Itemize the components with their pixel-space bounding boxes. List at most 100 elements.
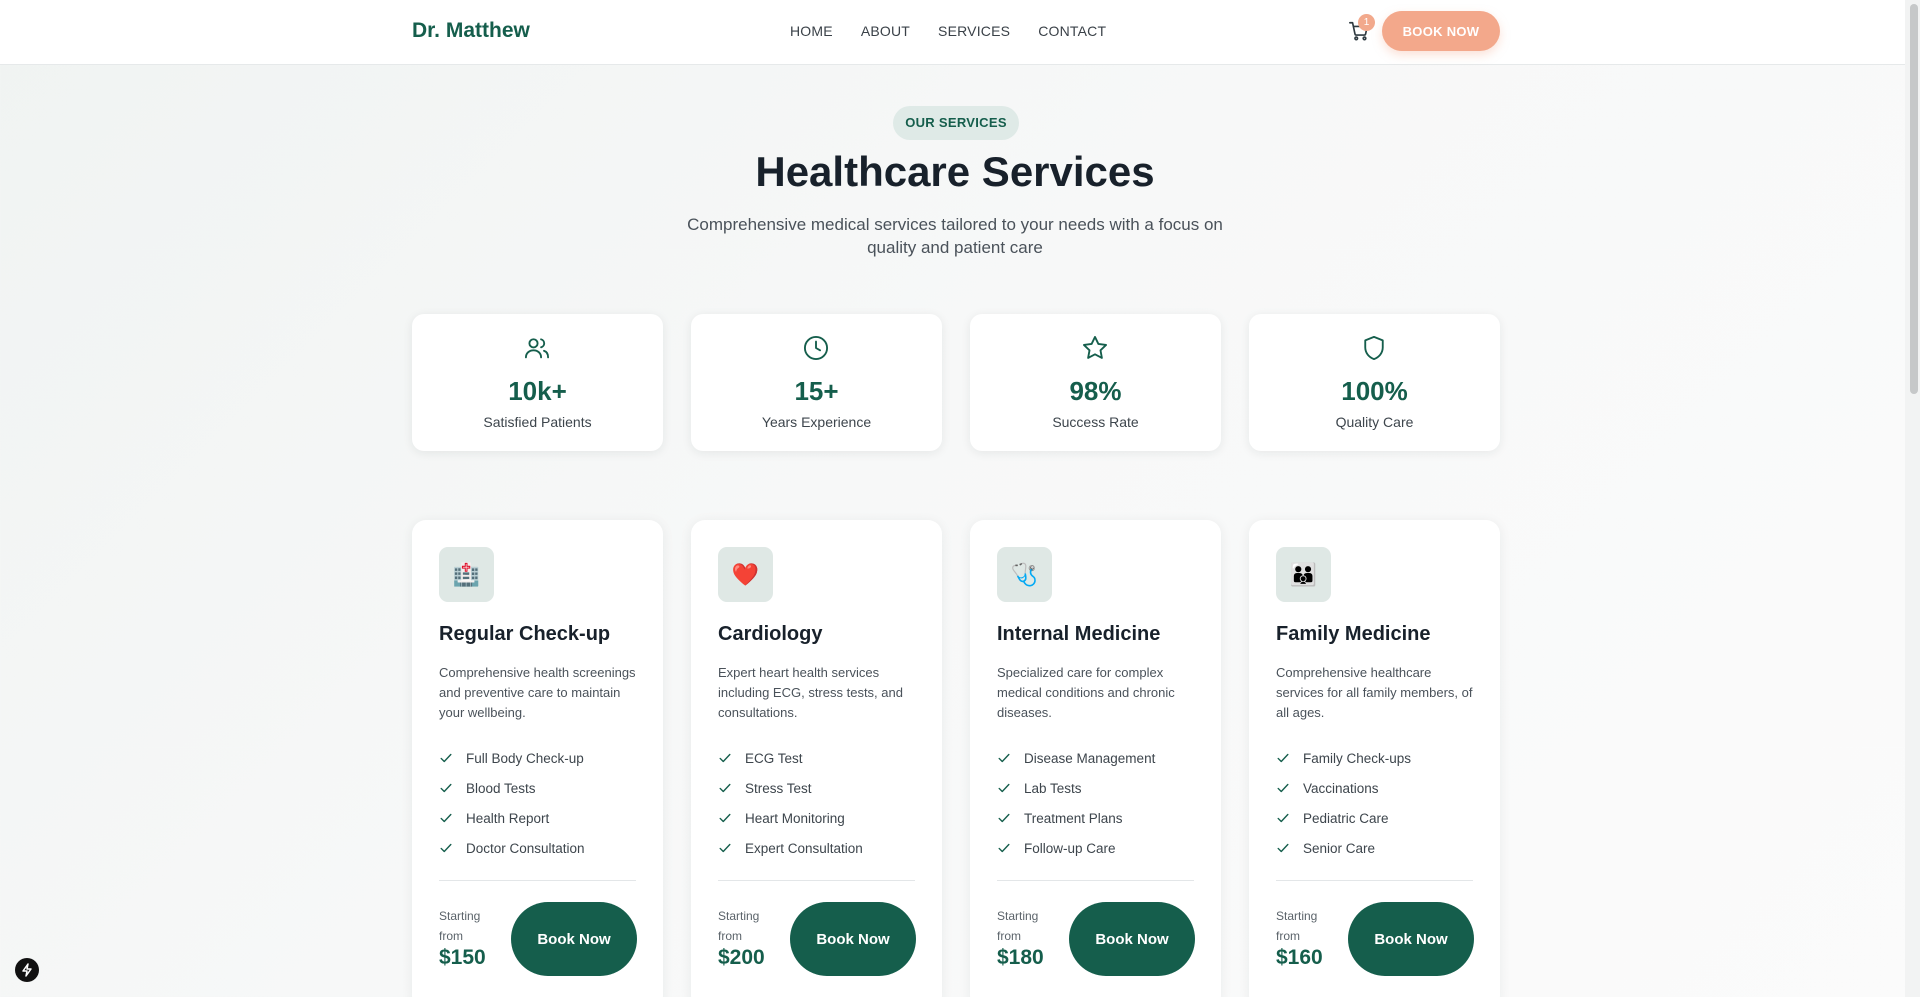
page-title: Healthcare Services [755, 148, 1155, 195]
feature-list: Family Check-ups Vaccinations Pediatric … [1276, 743, 1411, 863]
price: $150 [439, 946, 486, 969]
divider [439, 880, 636, 881]
stat-label: Quality Care [1335, 414, 1414, 430]
service-description: Expert heart health services including E… [718, 665, 903, 720]
list-item: Health Report [439, 803, 585, 833]
check-icon [1277, 813, 1289, 823]
stat-label: Years Experience [761, 414, 872, 430]
stat-card-success: 98% Success Rate [970, 314, 1221, 451]
feature-label: Health Report [466, 810, 550, 826]
list-item: Follow-up Care [997, 833, 1155, 863]
stat-card-experience: 15+ Years Experience [691, 314, 942, 451]
feature-list: ECG Test Stress Test Heart Monitoring Ex… [718, 743, 863, 863]
check-icon [998, 753, 1010, 763]
book-now-header-button[interactable]: BOOK NOW [1382, 11, 1500, 51]
list-item: ECG Test [718, 743, 863, 773]
check-icon [719, 753, 731, 763]
feature-label: Pediatric Care [1303, 810, 1389, 826]
check-icon [1277, 753, 1289, 763]
list-item: Doctor Consultation [439, 833, 585, 863]
nav-services-link[interactable]: SERVICES [938, 23, 1010, 39]
price: $200 [718, 946, 765, 969]
clock-icon [803, 335, 829, 361]
service-card-checkup: 🏥 Regular Check-up Comprehensive health … [412, 520, 663, 997]
price: $160 [1276, 946, 1323, 969]
stat-card-patients: 10k+ Satisfied Patients [412, 314, 663, 451]
service-title: Internal Medicine [997, 623, 1161, 645]
list-item: Lab Tests [997, 773, 1155, 803]
list-item: Disease Management [997, 743, 1155, 773]
list-item: Family Check-ups [1276, 743, 1411, 773]
feature-list: Disease Management Lab Tests Treatment P… [997, 743, 1155, 863]
feature-label: ECG Test [745, 750, 803, 766]
list-item: Heart Monitoring [718, 803, 863, 833]
service-description: Comprehensive healthcare services for al… [1276, 665, 1473, 720]
stat-label: Satisfied Patients [483, 414, 592, 430]
check-icon [719, 783, 731, 793]
family-icon: 👪 [1276, 547, 1331, 602]
starting-from-label: Starting from [997, 909, 1039, 943]
nav-about-link[interactable]: ABOUT [861, 23, 910, 39]
list-item: Expert Consultation [718, 833, 863, 863]
divider [1276, 880, 1473, 881]
service-title: Cardiology [718, 623, 823, 645]
feature-label: Heart Monitoring [745, 810, 845, 826]
nav-contact-link[interactable]: CONTACT [1038, 23, 1106, 39]
feature-label: Senior Care [1303, 840, 1376, 856]
service-description: Comprehensive health screenings and prev… [439, 665, 636, 720]
feature-label: Doctor Consultation [466, 840, 585, 856]
book-now-button[interactable]: Book Now [511, 902, 637, 976]
divider [997, 880, 1194, 881]
starting-from-label: Starting from [1276, 909, 1318, 943]
star-icon [1082, 335, 1108, 359]
list-item: Pediatric Care [1276, 803, 1411, 833]
feature-label: Follow-up Care [1024, 840, 1116, 856]
check-icon [1277, 843, 1289, 853]
bolt-badge[interactable] [15, 958, 39, 982]
users-icon [524, 338, 550, 359]
feature-label: Full Body Check-up [466, 750, 584, 766]
list-item: Stress Test [718, 773, 863, 803]
cart-count-badge: 1 [1358, 14, 1375, 31]
check-icon [998, 783, 1010, 793]
feature-label: Blood Tests [466, 780, 536, 796]
feature-label: Stress Test [745, 780, 812, 796]
book-now-button[interactable]: Book Now [1069, 902, 1195, 976]
starting-from-label: Starting from [718, 909, 760, 943]
check-icon [998, 813, 1010, 823]
page-subtitle: Comprehensive medical services tailored … [687, 215, 1223, 257]
stat-card-quality: 100% Quality Care [1249, 314, 1500, 451]
stat-value: 10k+ [508, 376, 567, 406]
book-now-button[interactable]: Book Now [790, 902, 916, 976]
check-icon [1277, 783, 1289, 793]
scrollbar-thumb[interactable] [1910, 4, 1918, 394]
brand-logo[interactable]: Dr. Matthew [412, 19, 530, 43]
service-card-cardiology: ❤️ Cardiology Expert heart health servic… [691, 520, 942, 997]
book-now-button[interactable]: Book Now [1348, 902, 1474, 976]
check-icon [440, 843, 452, 853]
hospital-icon: 🏥 [439, 547, 494, 602]
service-card-internal-medicine: 🩺 Internal Medicine Specialized care for… [970, 520, 1221, 997]
stethoscope-icon: 🩺 [997, 547, 1052, 602]
list-item: Full Body Check-up [439, 743, 585, 773]
feature-label: Vaccinations [1303, 780, 1379, 796]
service-description: Specialized care for complex medical con… [997, 665, 1175, 720]
check-icon [719, 813, 731, 823]
check-icon [440, 783, 452, 793]
stat-value: 15+ [794, 376, 839, 406]
price: $180 [997, 946, 1044, 969]
stat-label: Success Rate [1052, 414, 1139, 430]
list-item: Treatment Plans [997, 803, 1155, 833]
feature-list: Full Body Check-up Blood Tests Health Re… [439, 743, 585, 863]
feature-label: Disease Management [1024, 750, 1156, 766]
check-icon [440, 813, 452, 823]
nav-home-link[interactable]: HOME [790, 23, 833, 39]
list-item: Senior Care [1276, 833, 1411, 863]
main-nav: HOME ABOUT SERVICES CONTACT [790, 23, 1106, 39]
stat-value: 98% [1069, 376, 1122, 406]
check-icon [440, 753, 452, 763]
feature-label: Expert Consultation [745, 840, 863, 856]
check-icon [719, 843, 731, 853]
service-title: Regular Check-up [439, 623, 611, 645]
heart-icon: ❤️ [718, 547, 773, 602]
